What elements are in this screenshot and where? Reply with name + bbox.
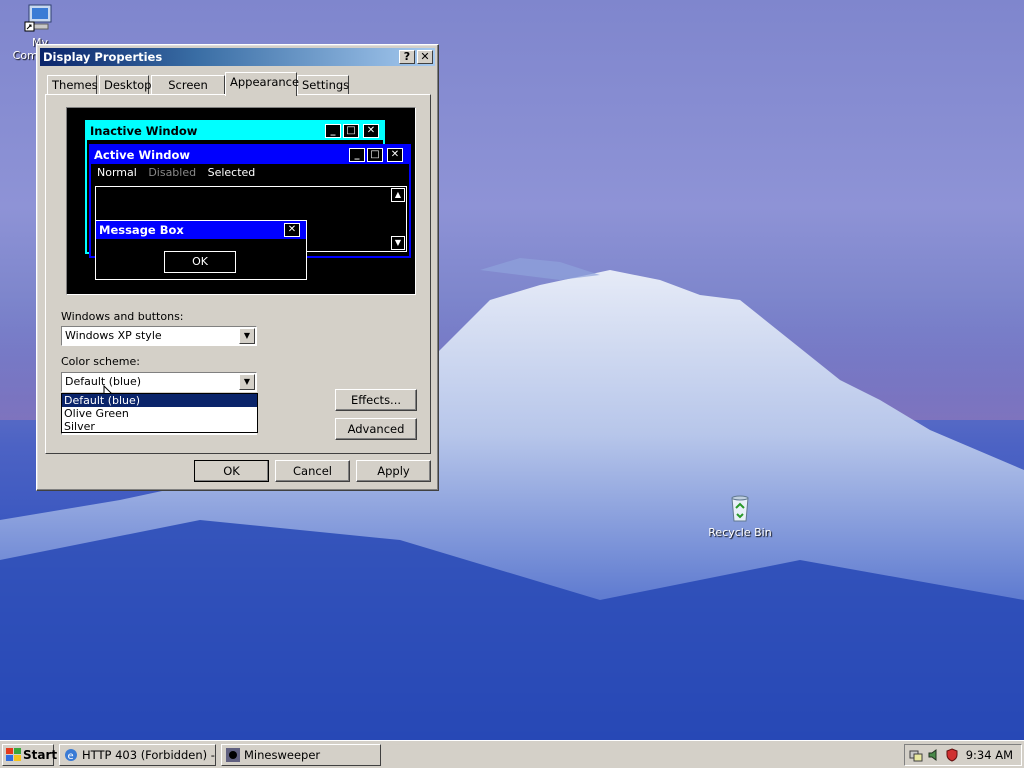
tab-settings[interactable]: Settings [297,75,349,95]
apply-button[interactable]: Apply [356,460,431,482]
advanced-button[interactable]: Advanced [335,418,417,440]
recycle-bin-label: Recycle Bin [708,526,772,539]
effects-button[interactable]: Effects... [335,389,417,411]
windows-buttons-label: Windows and buttons: [61,310,184,323]
security-shield-icon[interactable] [945,748,959,762]
computer-icon [24,2,56,34]
start-button[interactable]: Start [2,744,58,766]
minimize-icon: _ [325,124,341,138]
color-scheme-label: Color scheme: [61,355,140,368]
close-icon: ✕ [387,148,403,162]
volume-icon[interactable] [927,748,941,762]
close-icon: ✕ [284,223,300,237]
close-icon: ✕ [363,124,379,138]
tab-screen-saver[interactable]: Screen Saver [151,75,225,110]
ok-button[interactable]: OK [194,460,269,482]
color-scheme-dropdown: Default (blue) Olive Green Silver [61,393,258,433]
recycle-bin-shortcut[interactable]: Recycle Bin [705,492,775,539]
chevron-down-icon[interactable]: ▼ [239,328,255,344]
preview-inactive-title: Inactive Window _ □ ✕ [87,122,383,140]
preview-menu-normal: Normal [97,166,137,179]
color-scheme-option-olive-green[interactable]: Olive Green [62,407,257,420]
color-scheme-option-silver[interactable]: Silver [62,420,257,433]
preview-menu-selected: Selected [207,166,256,179]
network-icon[interactable] [909,748,923,762]
appearance-preview: Inactive Window _ □ ✕ Active Window _ □ … [66,107,416,295]
internet-explorer-icon: e [65,749,77,762]
preview-active-title: Active Window _ □ ✕ [91,146,409,164]
preview-ok-button: OK [164,251,236,273]
tab-appearance[interactable]: Appearance [225,72,299,96]
system-tray: 9:34 AM [904,744,1022,766]
maximize-icon: □ [343,124,359,138]
maximize-icon: □ [367,148,383,162]
cancel-button[interactable]: Cancel [275,460,350,482]
preview-menu-bar: Normal Disabled Selected [91,164,409,182]
dialog-title: Display Properties [43,50,163,64]
color-scheme-select[interactable]: Default (blue) ▼ [61,372,257,392]
windows-buttons-select[interactable]: Windows XP style ▼ [61,326,257,346]
minimize-icon: _ [349,148,365,162]
taskbar-item-browser[interactable]: e HTTP 403 (Forbidden) - ... [59,744,216,766]
scroll-up-icon: ▲ [391,188,405,202]
clock[interactable]: 9:34 AM [966,745,1013,765]
preview-menu-disabled: Disabled [148,166,197,179]
close-button[interactable]: ✕ [417,50,433,64]
dialog-title-bar[interactable]: Display Properties ? ✕ [40,48,435,66]
svg-text:e: e [68,751,74,762]
taskbar-item-minesweeper[interactable]: Minesweeper [221,744,381,766]
help-button[interactable]: ? [399,50,415,64]
recycle-bin-icon [724,492,756,524]
scroll-down-icon: ▼ [391,236,405,250]
chevron-down-icon[interactable]: ▼ [239,374,255,390]
taskbar: Start e HTTP 403 (Forbidden) - ... Mines… [0,740,1024,768]
tab-themes[interactable]: Themes [47,75,98,95]
tab-desktop[interactable]: Desktop [99,75,151,95]
windows-logo-icon [6,748,21,761]
preview-message-title: Message Box ✕ [96,221,306,239]
color-scheme-option-default-blue[interactable]: Default (blue) [62,394,257,407]
preview-message-box: Message Box ✕ OK [95,220,307,280]
display-properties-dialog: Display Properties ? ✕ Themes Desktop Sc… [36,44,439,491]
start-label: Start [23,748,58,762]
minesweeper-icon [226,748,240,762]
appearance-panel: Inactive Window _ □ ✕ Active Window _ □ … [45,94,431,454]
